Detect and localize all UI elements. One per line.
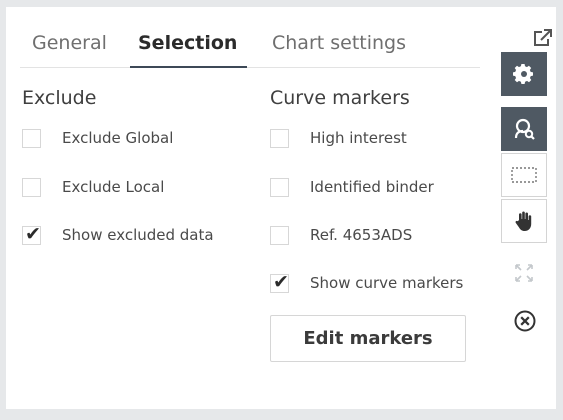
- marquee-select-icon: [511, 167, 537, 183]
- tab-selection[interactable]: Selection: [129, 27, 248, 68]
- show-curve-markers-label: Show curve markers: [310, 274, 464, 292]
- edit-markers-button[interactable]: Edit markers: [270, 315, 466, 362]
- show-excluded-data-label: Show excluded data: [62, 226, 214, 244]
- exclude-global-checkbox[interactable]: [22, 128, 41, 148]
- tab-chart-settings[interactable]: Chart settings: [272, 27, 406, 67]
- pan-hand-button[interactable]: [501, 199, 547, 243]
- tab-general[interactable]: General: [32, 27, 107, 67]
- hand-pan-icon: [515, 211, 532, 231]
- identified-binder-row[interactable]: Identified binder: [270, 174, 434, 200]
- identified-binder-checkbox[interactable]: [270, 177, 289, 197]
- close-circle-icon[interactable]: [513, 309, 537, 333]
- curve-markers-heading: Curve markers: [270, 87, 410, 109]
- exclude-heading: Exclude: [22, 87, 97, 109]
- identified-binder-label: Identified binder: [310, 178, 434, 196]
- popout-icon[interactable]: [532, 27, 554, 49]
- show-excluded-data-checkbox[interactable]: ✔: [22, 222, 41, 245]
- settings-panel: General Selection Chart settings Exclude…: [6, 7, 556, 409]
- show-curve-markers-checkbox[interactable]: ✔: [270, 270, 289, 293]
- show-excluded-data-row[interactable]: ✔ Show excluded data: [22, 222, 214, 248]
- settings-gear-button[interactable]: [501, 52, 547, 96]
- high-interest-checkbox[interactable]: [270, 128, 289, 148]
- exclude-local-label: Exclude Local: [62, 178, 165, 196]
- marquee-select-button[interactable]: [501, 153, 547, 197]
- ref-marker-row[interactable]: Ref. 4653ADS: [270, 222, 412, 248]
- checkmark-icon: ✔: [273, 270, 289, 293]
- zoom-select-icon: [514, 118, 535, 140]
- exclude-global-label: Exclude Global: [62, 129, 174, 147]
- high-interest-label: High interest: [310, 129, 407, 147]
- expand-icon[interactable]: [513, 262, 535, 284]
- show-curve-markers-row[interactable]: ✔ Show curve markers: [270, 270, 463, 296]
- checkmark-icon: ✔: [25, 222, 41, 245]
- tab-bar: General Selection Chart settings: [20, 27, 480, 68]
- exclude-global-row[interactable]: Exclude Global: [22, 125, 173, 151]
- ref-marker-checkbox[interactable]: [270, 225, 289, 245]
- zoom-select-button[interactable]: [501, 107, 547, 151]
- exclude-local-checkbox[interactable]: [22, 177, 41, 197]
- gear-icon: [513, 64, 533, 84]
- exclude-local-row[interactable]: Exclude Local: [22, 174, 164, 200]
- ref-marker-label: Ref. 4653ADS: [310, 226, 413, 244]
- high-interest-row[interactable]: High interest: [270, 125, 407, 151]
